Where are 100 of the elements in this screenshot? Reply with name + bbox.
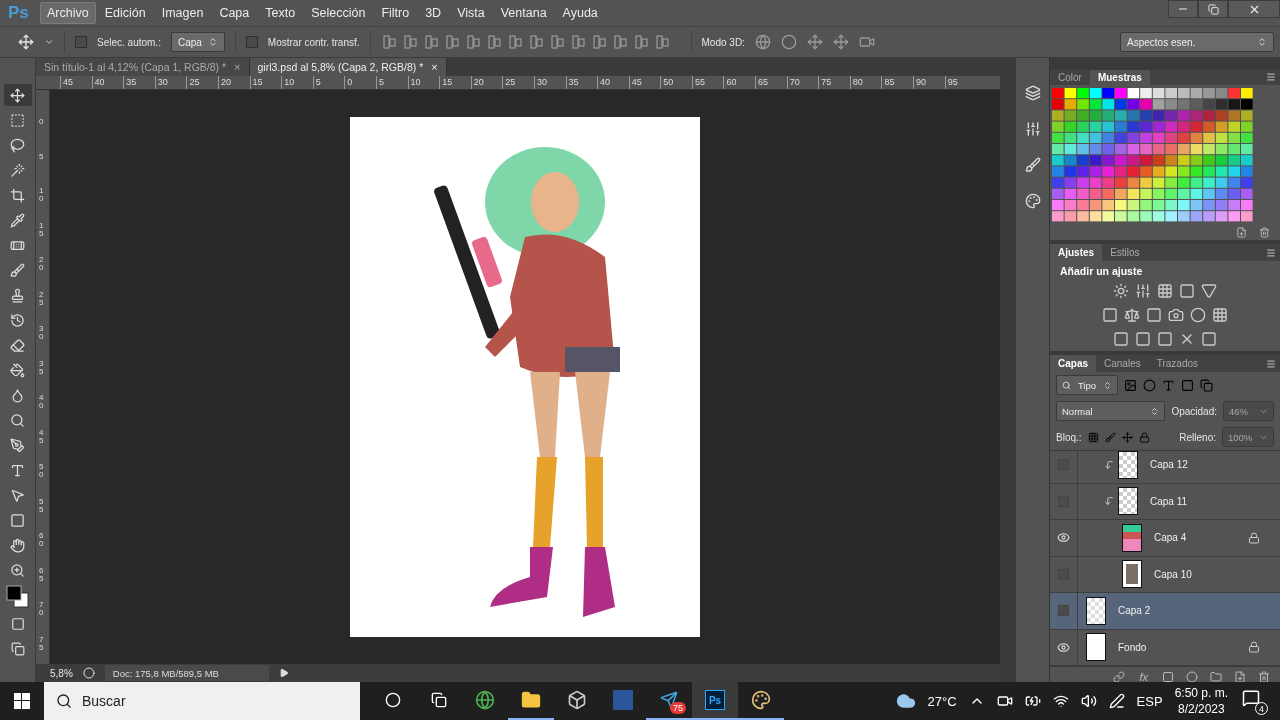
move-tool[interactable] — [3, 84, 32, 106]
layer-row[interactable]: Capa 2 — [1050, 593, 1280, 630]
menu-item[interactable]: Edición — [97, 2, 153, 24]
document-tab[interactable]: Sin título-1 al 4,12% (Capa 1, RGB/8) * × — [36, 58, 250, 76]
checkbox[interactable] — [245, 36, 258, 48]
adjustment-icon — [1186, 670, 1198, 683]
ruler-label: 70 — [786, 76, 819, 89]
select-value: Tipo — [1077, 379, 1097, 391]
trash-icon — [1258, 670, 1270, 683]
panel-tab[interactable]: Muestras — [1089, 70, 1150, 85]
ruler-label: 3 5 — [39, 359, 45, 378]
menu-item[interactable]: Filtro — [374, 2, 417, 24]
paint-bucket-icon — [10, 362, 25, 378]
restore-button[interactable] — [1198, 0, 1228, 18]
menu-icon — [1266, 358, 1276, 369]
ruler-label: 35 — [123, 76, 155, 89]
layer-row[interactable]: Capa 12 — [1050, 451, 1280, 484]
layer-row[interactable]: Capa 4 — [1050, 520, 1280, 557]
type-filter-icon — [1162, 378, 1175, 392]
panel-tab[interactable]: Ajustes — [1050, 244, 1103, 261]
move-icon — [10, 87, 25, 103]
blend-mode-select[interactable]: Normal — [1056, 401, 1166, 421]
ruler-label: 40 — [91, 76, 124, 89]
caret-icon — [44, 37, 54, 47]
stepper-icon — [1103, 380, 1112, 390]
ruler-label: 7 5 — [39, 635, 45, 654]
app-logo: Ps — [8, 3, 30, 23]
menu-item[interactable]: Capa — [212, 2, 257, 24]
ruler-label: 95 — [944, 76, 977, 89]
tab-close-button[interactable]: × — [234, 61, 241, 73]
droplet-icon — [10, 387, 25, 403]
clock[interactable]: 6:50 p. m. 8/2/2023 — [1174, 685, 1228, 717]
tab-close-button[interactable]: × — [431, 61, 438, 73]
ruler-label: 5 — [39, 152, 45, 163]
screens-icon — [10, 642, 25, 656]
folder-icon — [1210, 670, 1222, 683]
sliders-icon — [1024, 121, 1041, 137]
ruler-label: 0 — [39, 118, 45, 128]
layer-select[interactable]: Capa — [170, 32, 225, 52]
menu-item[interactable]: Ventana — [493, 2, 554, 24]
layer-thumbnail — [1122, 523, 1142, 552]
close-button[interactable] — [1228, 0, 1280, 18]
hand-icon — [10, 537, 25, 553]
layer-thumbnail — [1122, 560, 1142, 589]
menu-icon — [1266, 247, 1276, 258]
lock-pixels-icon — [1087, 431, 1099, 443]
checkbox-label: Selec. autom.: — [97, 36, 161, 48]
restore-icon — [1207, 3, 1219, 15]
layer-name: Fondo — [1118, 641, 1147, 653]
checkbox[interactable] — [75, 36, 87, 48]
menu-item[interactable]: Selección — [304, 2, 373, 24]
sun-icon — [1113, 283, 1129, 299]
notification-count: 4 — [1255, 702, 1268, 715]
folder-icon — [521, 690, 541, 710]
time: 6:50 p. m. — [1174, 685, 1228, 701]
panel-heading: Añadir un ajuste — [1059, 264, 1144, 279]
photoshop-taskbar-button[interactable]: Ps — [692, 682, 738, 720]
temperature: 27°C — [927, 693, 957, 709]
ruler-label: 5 — [312, 76, 345, 89]
slide-icon — [832, 34, 849, 50]
ruler-label: 15 — [249, 76, 282, 89]
panel-tab[interactable]: Trazados — [1148, 355, 1207, 372]
color-swatches-icon[interactable] — [4, 584, 31, 610]
layer-row[interactable]: Fondo — [1050, 629, 1280, 666]
filter-select[interactable]: Tipo — [1056, 375, 1118, 395]
menu-item[interactable]: Vista — [450, 2, 492, 24]
ruler-label: 3 0 — [39, 325, 45, 343]
layer-row[interactable]: Capa 11 — [1050, 483, 1280, 520]
mask-icon — [1162, 670, 1174, 683]
menu-item[interactable]: Imagen — [154, 2, 211, 24]
notifications-button[interactable]: 4 — [1240, 687, 1268, 715]
ruler-label: 20 — [217, 76, 250, 89]
ruler-label: 20 — [470, 76, 503, 89]
document-tab[interactable]: girl3.psd al 5,8% (Capa 2, RGB/8) * × — [249, 58, 447, 76]
ruler-label: 6 5 — [39, 566, 45, 585]
fill-label: Relleno: — [1179, 431, 1216, 443]
ruler-label: 40 — [597, 76, 629, 89]
menu-item[interactable]: Texto — [258, 2, 303, 24]
rectangle-icon — [10, 512, 25, 528]
minimize-button[interactable] — [1168, 0, 1198, 18]
panel-tab[interactable]: Color — [1050, 70, 1090, 85]
panel-tab[interactable]: Estilos — [1102, 244, 1148, 261]
panel-tab[interactable]: Capas — [1050, 355, 1096, 372]
workspace-select[interactable]: Aspectos esen. — [1120, 32, 1274, 52]
speaker-icon — [1080, 693, 1097, 709]
search-field[interactable]: Buscar — [44, 682, 360, 720]
panel-tab[interactable]: Canales — [1096, 355, 1149, 372]
language-indicator[interactable]: ESP — [1136, 693, 1163, 709]
globe-icon — [475, 690, 495, 710]
layer-thumbnail — [1086, 596, 1106, 625]
menu-item[interactable]: Ayuda — [555, 2, 605, 24]
layer-name: Capa 4 — [1154, 532, 1187, 544]
layer-row[interactable]: Capa 10 — [1050, 556, 1280, 593]
move-tool-icon — [18, 34, 34, 50]
ruler-label: 5 — [375, 76, 408, 89]
effects-button[interactable]: fx — [1137, 670, 1150, 683]
menu-item[interactable]: 3D — [418, 2, 449, 24]
menu-item[interactable]: Archivo — [40, 2, 96, 24]
ruler-label: 45 — [628, 76, 661, 89]
select-value: Aspectos esen. — [1127, 36, 1196, 48]
